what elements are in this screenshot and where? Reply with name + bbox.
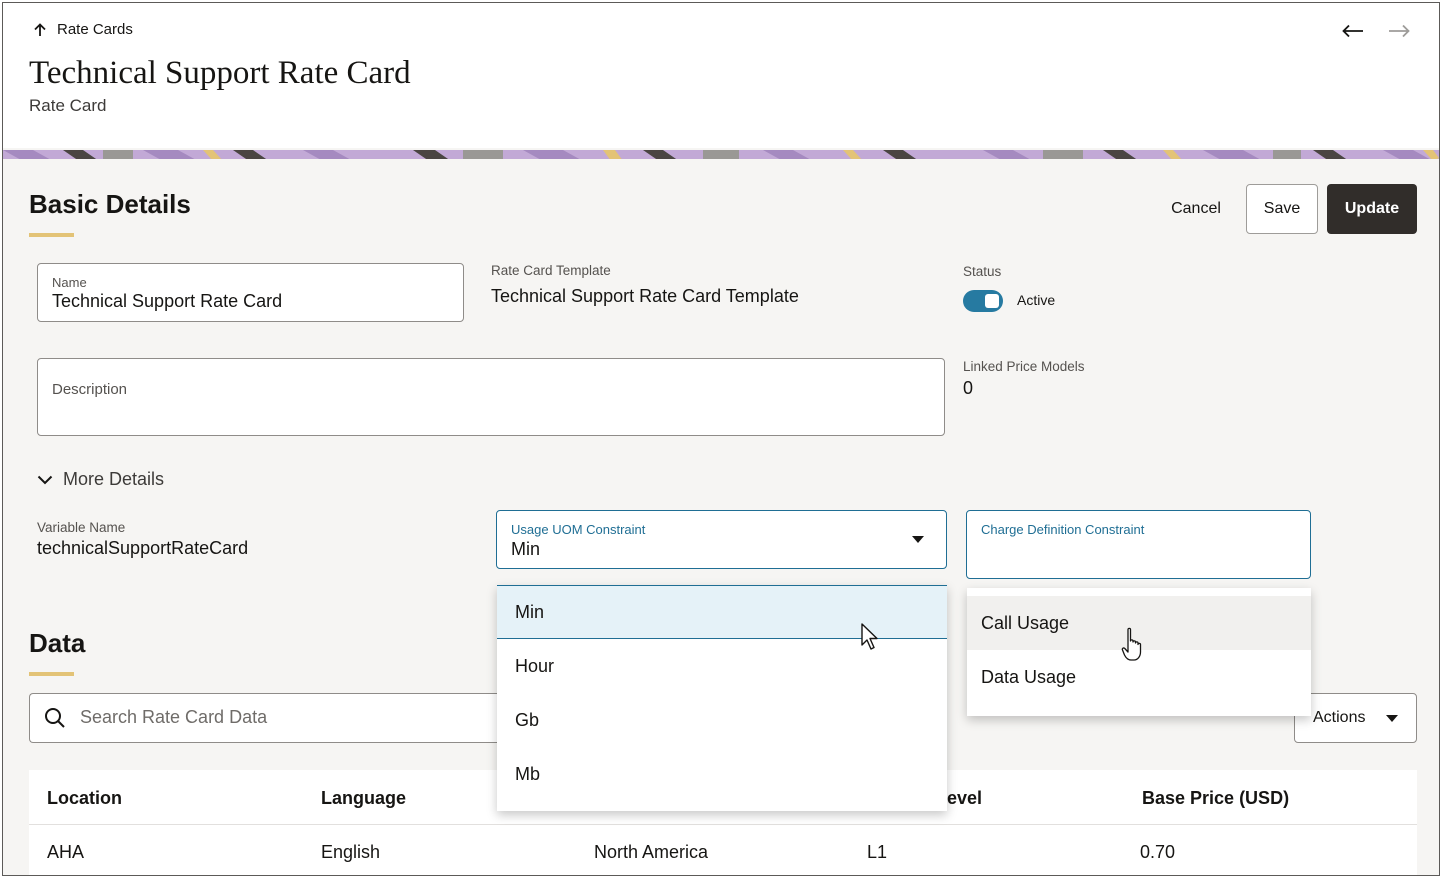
column-header-base-price[interactable]: Base Price (USD) [1142, 788, 1289, 809]
arrow-cursor-icon [861, 623, 878, 650]
arrow-up-icon [34, 22, 46, 36]
uom-option-mb[interactable]: Mb [497, 747, 947, 801]
chevron-down-icon [37, 475, 53, 484]
usage-uom-dropdown: Min Hour Gb Mb [497, 585, 947, 811]
save-button[interactable]: Save [1246, 184, 1318, 234]
hand-cursor-icon [1121, 627, 1142, 661]
status-toggle[interactable] [963, 290, 1003, 312]
record-navigation [1341, 19, 1411, 43]
cell-location: AHA [47, 842, 85, 862]
search-placeholder: Search Rate Card Data [80, 707, 268, 727]
usage-uom-select[interactable]: Usage UOM Constraint Min [496, 510, 947, 569]
previous-record-icon[interactable] [1341, 19, 1365, 43]
cell-language: English [321, 842, 381, 862]
column-header-language[interactable]: Language [321, 788, 406, 809]
page-title: Technical Support Rate Card [29, 55, 411, 91]
uom-option-label: Gb [515, 709, 540, 730]
uom-option-label: Min [515, 601, 545, 622]
page-header: Rate Cards Technical Support Rate Card R… [3, 3, 1439, 148]
back-link-label: Rate Cards [57, 21, 133, 38]
decorative-banner [3, 148, 1439, 159]
uom-option-gb[interactable]: Gb [497, 693, 947, 747]
more-details-toggle[interactable]: More Details [37, 469, 164, 490]
linked-price-models-value: 0 [963, 378, 974, 398]
column-header-level[interactable]: evel [947, 788, 982, 809]
template-label: Rate Card Template [491, 263, 611, 278]
app-window: Rate Cards Technical Support Rate Card R… [2, 2, 1440, 876]
search-rate-card-data-input[interactable]: Search Rate Card Data [29, 693, 499, 743]
name-field[interactable]: Name Technical Support Rate Card [37, 263, 464, 322]
page-subtitle: Rate Card [29, 96, 107, 115]
uom-option-label: Mb [515, 763, 541, 784]
description-label: Description [52, 381, 128, 398]
actions-button[interactable]: Actions [1294, 693, 1417, 743]
charge-option-label: Data Usage [981, 666, 1077, 687]
status-label: Status [963, 264, 1002, 279]
data-heading-underline [29, 672, 74, 676]
column-header-location[interactable]: Location [47, 788, 122, 809]
next-record-icon[interactable] [1387, 19, 1411, 43]
actions-label: Actions [1313, 709, 1366, 726]
basic-details-underline [29, 233, 74, 237]
cancel-button[interactable]: Cancel [1155, 184, 1237, 234]
description-field[interactable]: Description [37, 358, 945, 436]
back-to-rate-cards-link[interactable]: Rate Cards [33, 21, 133, 38]
basic-details-heading: Basic Details [29, 189, 191, 219]
cell-base-price: 0.70 [1140, 842, 1176, 862]
cell-region: North America [594, 842, 709, 862]
charge-option-label: Call Usage [981, 612, 1070, 633]
usage-uom-label: Usage UOM Constraint [511, 522, 646, 537]
data-heading: Data [29, 628, 86, 658]
charge-definition-field[interactable]: Charge Definition Constraint [966, 510, 1311, 579]
variable-name-value: technicalSupportRateCard [37, 538, 249, 558]
cell-level: L1 [867, 842, 888, 862]
status-toggle-label: Active [1017, 292, 1056, 308]
charge-definition-label: Charge Definition Constraint [981, 522, 1145, 537]
update-button[interactable]: Update [1327, 184, 1417, 234]
name-value: Technical Support Rate Card [52, 291, 283, 311]
linked-price-models-label: Linked Price Models [963, 359, 1085, 374]
search-icon [45, 708, 65, 728]
name-label: Name [52, 275, 87, 290]
variable-name-label: Variable Name [37, 520, 126, 535]
more-details-label: More Details [63, 469, 165, 489]
caret-down-icon [1386, 715, 1398, 722]
uom-option-label: Hour [515, 655, 555, 676]
table-divider [29, 824, 1417, 825]
usage-uom-value: Min [511, 539, 541, 559]
caret-down-icon [912, 536, 924, 543]
template-value: Technical Support Rate Card Template [491, 286, 799, 306]
